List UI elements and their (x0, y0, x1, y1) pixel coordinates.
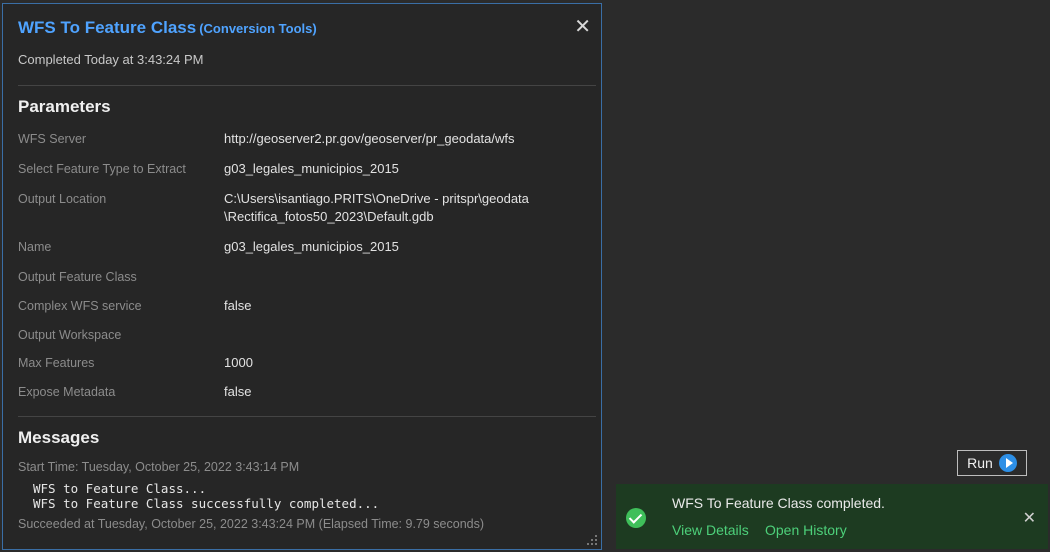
toolbox-name: (Conversion Tools) (199, 21, 317, 36)
param-label-name: Name (18, 240, 52, 254)
tool-result-popup: WFS To Feature Class (Conversion Tools) ✕… (2, 3, 602, 550)
run-button-label: Run (967, 455, 993, 471)
message-line: WFS to Feature Class successfully comple… (33, 496, 380, 511)
close-icon[interactable]: ✕ (574, 17, 591, 37)
param-value-feature-type: g03_legales_municipios_2015 (224, 161, 399, 176)
message-succeeded: Succeeded at Tuesday, October 25, 2022 3… (18, 517, 485, 531)
param-value-name: g03_legales_municipios_2015 (224, 239, 399, 254)
param-label-output-feature-class: Output Feature Class (18, 270, 137, 284)
open-history-link[interactable]: Open History (765, 522, 847, 538)
divider (18, 85, 596, 86)
param-value-output-location-cont: \Rectifica_fotos50_2023\Default.gdb (224, 209, 434, 224)
messages-heading: Messages (18, 428, 100, 447)
param-label-max-features: Max Features (18, 356, 95, 370)
param-value-expose-metadata: false (224, 384, 252, 399)
notification-message: WFS To Feature Class completed. (672, 495, 885, 511)
param-label-output-location: Output Location (18, 192, 107, 206)
param-value-complex-wfs: false (224, 298, 252, 313)
resize-grip-icon[interactable] (587, 535, 597, 545)
param-label-complex-wfs: Complex WFS service (18, 299, 142, 313)
completion-notification: WFS To Feature Class completed. View Det… (616, 484, 1048, 549)
play-icon (998, 454, 1017, 472)
tool-name-link[interactable]: WFS To Feature Class (18, 18, 196, 37)
param-label-expose-metadata: Expose Metadata (18, 385, 116, 399)
popup-title: WFS To Feature Class (Conversion Tools) (18, 18, 598, 38)
divider (18, 416, 596, 417)
close-icon[interactable]: ✕ (1023, 508, 1036, 528)
run-button[interactable]: Run (957, 450, 1027, 476)
completed-timestamp: Completed Today at 3:43:24 PM (18, 52, 204, 67)
param-value-output-location: C:\Users\isantiago.PRITS\OneDrive - prit… (224, 191, 529, 206)
message-line: WFS to Feature Class... (33, 481, 207, 496)
param-label-feature-type: Select Feature Type to Extract (18, 162, 186, 176)
param-value-max-features: 1000 (224, 355, 253, 370)
view-details-link[interactable]: View Details (672, 522, 749, 538)
param-label-output-workspace: Output Workspace (18, 328, 122, 342)
check-circle-icon (626, 508, 646, 528)
parameters-heading: Parameters (18, 97, 111, 116)
param-value-wfs-server: http://geoserver2.pr.gov/geoserver/pr_ge… (224, 131, 515, 146)
message-start-time: Start Time: Tuesday, October 25, 2022 3:… (18, 460, 300, 474)
param-label-wfs-server: WFS Server (18, 132, 87, 146)
